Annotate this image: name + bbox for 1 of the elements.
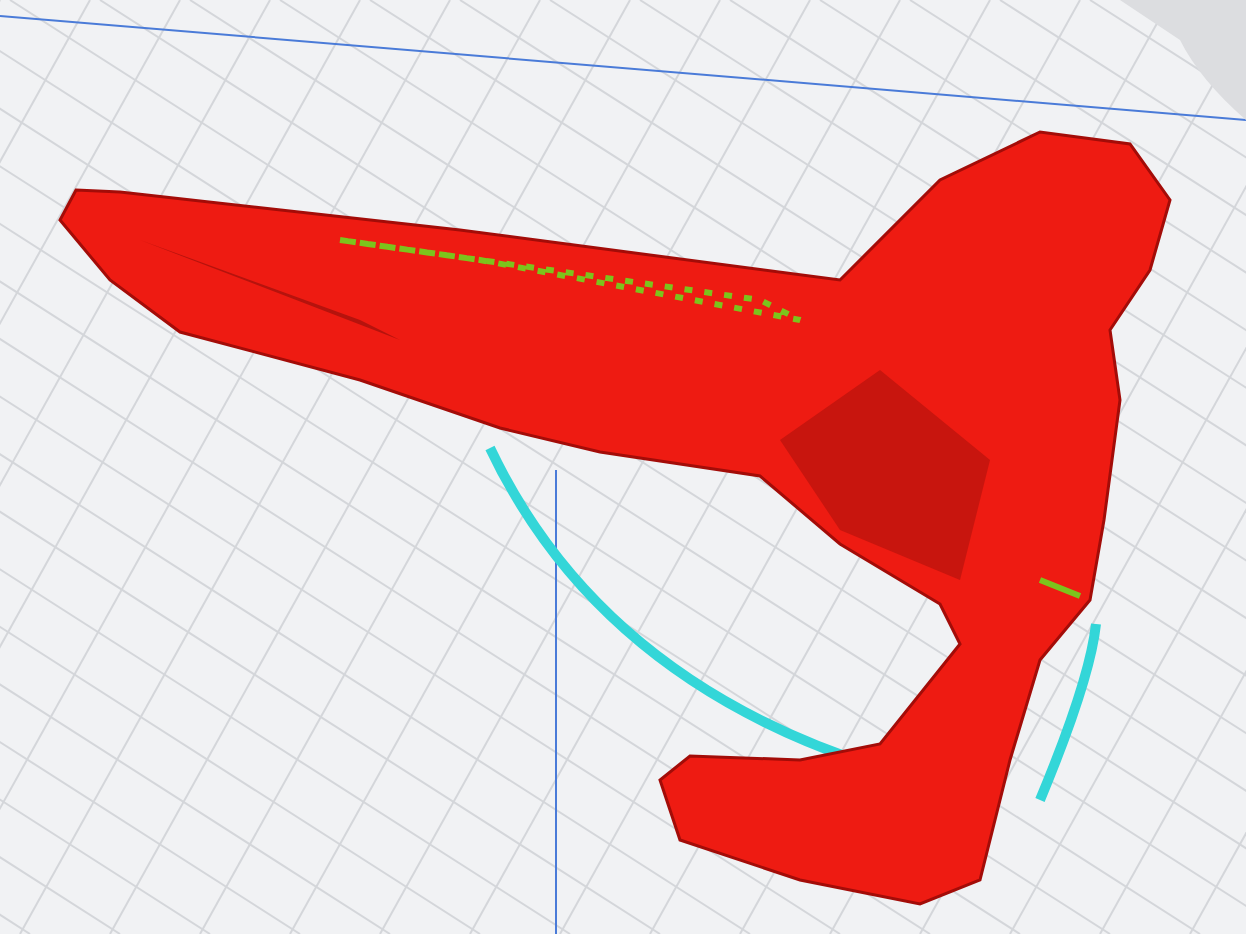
build-volume-corner-drawing — [1120, 0, 1246, 120]
